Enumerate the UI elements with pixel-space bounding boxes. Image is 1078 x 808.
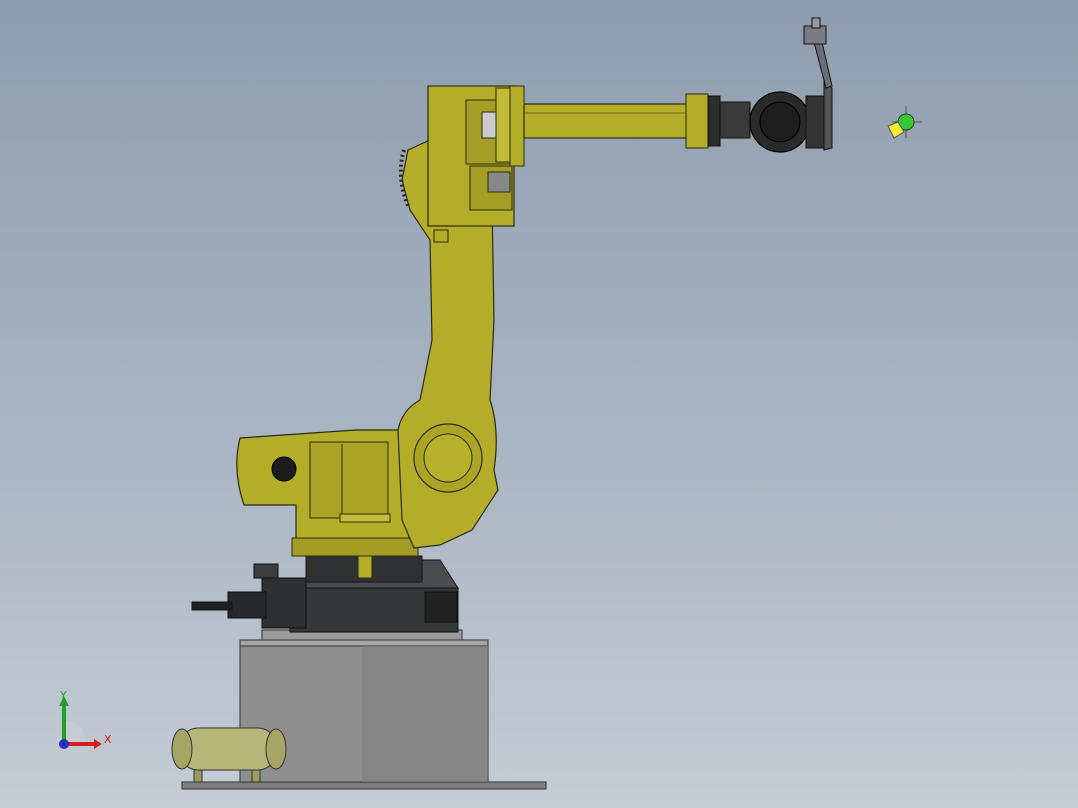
robot-turret[interactable] [236, 429, 419, 579]
tool-center-point-icon[interactable] [887, 106, 922, 139]
coordinate-triad-icon: Y X [59, 689, 112, 749]
triad-x-label: X [104, 733, 112, 746]
robot-upper-arm[interactable] [427, 85, 525, 227]
cad-graphics-viewport[interactable]: Y X [0, 0, 1078, 808]
triad-y-label: Y [59, 689, 67, 702]
robot-forearm[interactable] [523, 93, 751, 149]
robot-wrist[interactable] [749, 91, 829, 153]
model-view[interactable]: Y X [0, 0, 1078, 808]
